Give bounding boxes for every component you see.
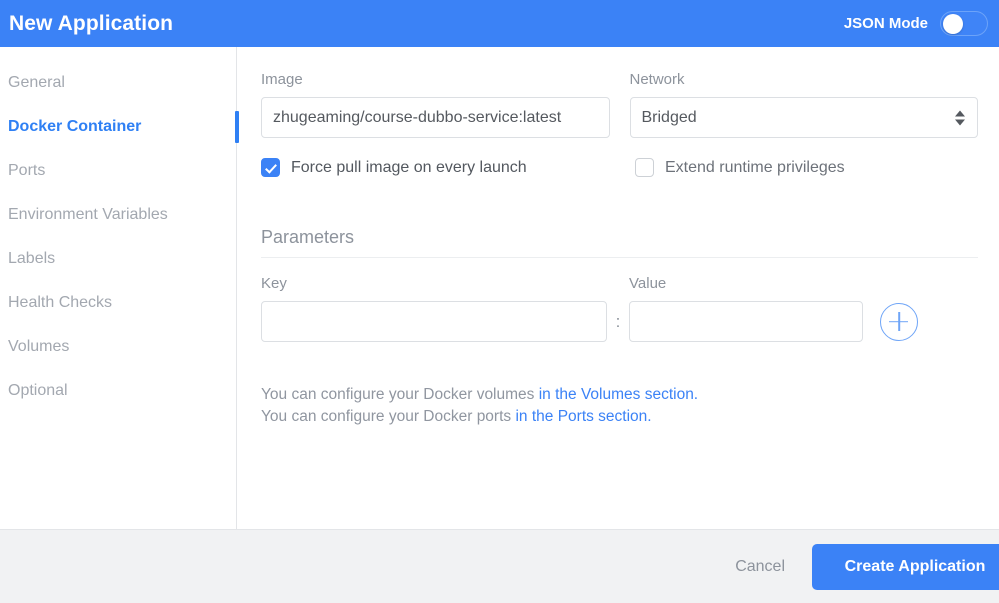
key-column-label: Key	[261, 275, 287, 292]
toggle-knob	[943, 13, 963, 34]
image-field-group: Image	[261, 71, 610, 138]
extend-privileges-checkbox-row[interactable]: Extend runtime privileges	[635, 158, 845, 177]
create-application-button[interactable]: Create Application	[812, 543, 999, 590]
help-text: You can configure your Docker volumes in…	[261, 384, 978, 428]
force-pull-label: Force pull image on every launch	[291, 158, 527, 176]
parameter-value-input[interactable]	[629, 301, 863, 342]
sidebar-item-label: Optional	[8, 382, 68, 399]
dialog-footer: Cancel Create Application	[0, 529, 999, 603]
network-select[interactable]	[629, 97, 978, 138]
sidebar-item-label: Ports	[8, 162, 46, 179]
image-network-row: Image Network	[261, 71, 978, 138]
sidebar-item-ports[interactable]: Ports	[0, 149, 236, 193]
ports-section-link[interactable]: in the Ports section.	[515, 408, 651, 425]
image-input[interactable]	[261, 97, 610, 138]
parameter-row: :	[261, 301, 978, 342]
checkbox-row: Force pull image on every launch Extend …	[261, 158, 978, 177]
dialog-body: General Docker Container Ports Environme…	[0, 47, 999, 529]
parameters-column-headers: Key Value	[261, 275, 978, 292]
sidebar-item-label: Docker Container	[8, 118, 142, 135]
docker-container-panel: Image Network Fo	[237, 47, 999, 529]
volumes-section-link[interactable]: in the Volumes section.	[539, 386, 698, 403]
sidebar-item-environment-variables[interactable]: Environment Variables	[0, 193, 236, 237]
image-label: Image	[261, 71, 303, 88]
extend-privileges-label: Extend runtime privileges	[665, 158, 845, 176]
sidebar-item-label: Volumes	[8, 338, 70, 355]
sidebar-item-health-checks[interactable]: Health Checks	[0, 281, 236, 325]
sidebar-item-docker-container[interactable]: Docker Container	[0, 105, 239, 149]
sidebar-item-label: Health Checks	[8, 294, 113, 311]
cancel-button[interactable]: Cancel	[719, 548, 801, 586]
help-line-volumes: You can configure your Docker volumes in…	[261, 384, 978, 406]
value-column-label: Value	[629, 275, 667, 292]
page-title: New Application	[9, 11, 174, 35]
parameter-key-input[interactable]	[261, 301, 607, 342]
sidebar-item-labels[interactable]: Labels	[0, 237, 236, 281]
sidebar-item-volumes[interactable]: Volumes	[0, 325, 236, 369]
json-mode-label: JSON Mode	[843, 15, 928, 32]
network-select-wrap	[629, 97, 978, 138]
titlebar-actions: JSON Mode	[844, 11, 999, 36]
help-ports-prefix: You can configure your Docker ports	[261, 408, 516, 425]
sidebar-item-general[interactable]: General	[0, 61, 236, 105]
network-field-group: Network	[629, 71, 978, 138]
network-label: Network	[629, 71, 685, 88]
add-parameter-button[interactable]	[880, 302, 918, 341]
force-pull-checkbox-row[interactable]: Force pull image on every launch	[261, 158, 635, 177]
sidebar-item-label: Labels	[8, 250, 56, 267]
sidebar-item-optional[interactable]: Optional	[0, 369, 236, 413]
json-mode-toggle[interactable]	[940, 11, 988, 36]
new-application-dialog: New Application JSON Mode General Docker…	[0, 0, 999, 603]
help-volumes-prefix: You can configure your Docker volumes	[261, 386, 539, 403]
dialog-titlebar: New Application JSON Mode	[0, 0, 999, 47]
checkbox-unchecked-icon[interactable]	[635, 158, 654, 177]
key-value-separator: :	[615, 311, 621, 331]
sidebar: General Docker Container Ports Environme…	[0, 47, 239, 529]
sidebar-item-label: Environment Variables	[8, 206, 168, 223]
help-line-ports: You can configure your Docker ports in t…	[261, 406, 978, 428]
checkbox-checked-icon[interactable]	[261, 158, 280, 177]
sidebar-item-label: General	[8, 74, 65, 91]
parameters-section-title: Parameters	[261, 227, 978, 258]
